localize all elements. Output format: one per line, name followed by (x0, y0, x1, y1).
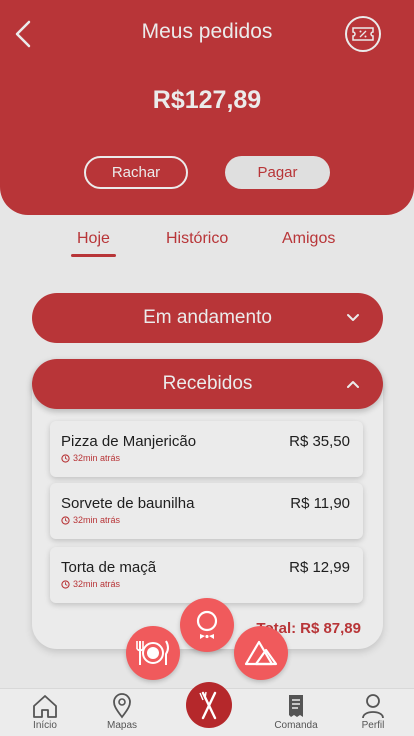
in-progress-section-header[interactable]: Em andamento (32, 293, 383, 343)
coupon-icon (352, 27, 374, 41)
order-time: 32min atrás (61, 453, 120, 463)
received-section-header[interactable]: Recebidos (32, 359, 383, 409)
order-time-text: 32min atrás (73, 453, 121, 463)
total-value: R$ 87,89 (300, 620, 361, 637)
chevron-down-icon (347, 314, 359, 321)
received-label: Recebidos (162, 373, 253, 394)
receipt-icon (289, 695, 303, 717)
order-time: 32min atrás (61, 515, 120, 525)
nav-label: Início (33, 720, 57, 731)
tab-amigos[interactable]: Amigos (282, 230, 335, 248)
order-name: Pizza de Manjericão (61, 433, 197, 450)
nav-comanda[interactable]: Comanda (266, 693, 326, 731)
order-amount: R$127,89 (152, 86, 262, 114)
chevron-up-icon (347, 381, 359, 388)
tab-hoje[interactable]: Hoje (71, 230, 116, 257)
order-item[interactable]: Sorvete de baunilha R$ 11,90 32min atrás (50, 483, 363, 539)
order-time-text: 32min atrás (73, 515, 121, 525)
fab-call-waiter[interactable] (180, 598, 234, 652)
clock-icon (61, 579, 70, 589)
nav-mapas[interactable]: Mapas (92, 693, 152, 731)
order-price: R$ 35,50 (289, 433, 350, 450)
coupon-button[interactable] (345, 16, 381, 52)
order-price: R$ 12,99 (289, 559, 350, 576)
fab-alert[interactable] (234, 626, 288, 680)
dinner-plate-icon (136, 640, 169, 665)
order-item[interactable]: Torta de maçã R$ 12,99 32min atrás (50, 547, 363, 603)
in-progress-label: Em andamento (143, 307, 272, 328)
nav-label: Mapas (106, 720, 137, 731)
order-item[interactable]: Pizza de Manjericão R$ 35,50 32min atrás (50, 421, 363, 477)
alert-triangle-icon (244, 640, 278, 666)
fork-knife-icon (199, 691, 217, 720)
header: Meus pedidos R$127,89 Rachar Pagar (0, 0, 414, 215)
split-bill-button[interactable]: Rachar (84, 156, 188, 189)
clock-icon (61, 515, 70, 525)
order-time-text: 32min atrás (73, 579, 121, 589)
screen: Meus pedidos R$127,89 Rachar Pagar Hoje … (0, 0, 414, 736)
map-pin-icon (113, 693, 131, 719)
user-icon (362, 694, 384, 719)
order-name: Sorvete de baunilha (61, 495, 195, 512)
waiter-icon (196, 610, 218, 639)
tab-historico[interactable]: Histórico (166, 230, 228, 248)
clock-icon (61, 453, 70, 463)
nav-perfil[interactable]: Perfil (343, 693, 403, 731)
pay-button[interactable]: Pagar (225, 156, 330, 189)
order-name: Torta de maçã (61, 559, 157, 576)
order-price: R$ 11,90 (290, 495, 350, 512)
fab-dine-in[interactable] (126, 626, 180, 680)
tabs: Hoje Histórico Amigos (0, 230, 414, 260)
home-icon (33, 695, 57, 718)
nav-label: Comanda (274, 720, 318, 731)
nav-inicio[interactable]: Início (15, 693, 75, 731)
menu-center-button[interactable] (186, 682, 232, 728)
nav-label: Perfil (361, 720, 385, 731)
order-time: 32min atrás (61, 579, 120, 589)
